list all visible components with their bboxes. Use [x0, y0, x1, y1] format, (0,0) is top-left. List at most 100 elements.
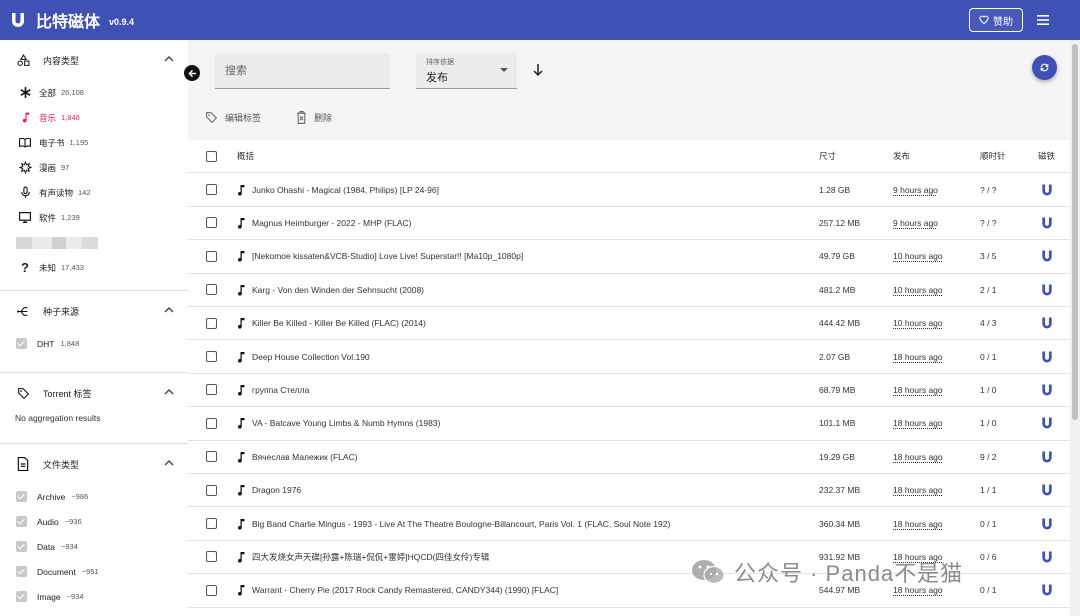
column-size[interactable]: 尺寸 — [819, 140, 836, 172]
sort-select[interactable]: 排序依据 发布 — [416, 53, 517, 89]
edit-tags-button[interactable]: 编辑标签 — [205, 111, 261, 124]
category-audiobook[interactable]: 有声读物 142 — [0, 180, 188, 205]
torrent-size: 232.37 MB — [819, 485, 861, 496]
checkbox[interactable] — [16, 591, 27, 602]
magnet-icon[interactable] — [1040, 173, 1054, 205]
column-seeders-leechers[interactable]: 顺时针 — [980, 140, 1006, 172]
filetype-data-checkbox[interactable]: Data ~934 — [0, 534, 188, 559]
chevron-up-icon[interactable] — [164, 54, 174, 64]
table-row[interactable]: группа Стелла 68.79 MB 18 hours ago 1 / 0 — [188, 374, 1070, 408]
magnet-icon[interactable] — [1040, 240, 1054, 272]
row-checkbox[interactable] — [206, 407, 217, 439]
magnet-icon[interactable] — [1040, 474, 1054, 506]
checkbox[interactable] — [16, 541, 27, 552]
torrent-name[interactable]: Junko Ohashi - Magical (1984, Philips) [… — [252, 173, 812, 205]
row-checkbox[interactable] — [206, 307, 217, 339]
table-row[interactable]: Вячеслав Малежик (FLAC) 19.29 GB 18 hours … — [188, 441, 1070, 474]
table-row[interactable]: Magnus Heimburger - 2022 - MHP (FLAC) 257… — [188, 207, 1070, 241]
checkbox[interactable] — [16, 516, 27, 527]
torrent-name[interactable]: VA - Batcave Young Limbs & Numb Hymns (1… — [252, 407, 812, 439]
row-checkbox[interactable] — [206, 374, 217, 406]
table-row[interactable]: Karg - Von den Winden der Sehnsucht (200… — [188, 274, 1070, 307]
row-checkbox[interactable] — [206, 340, 217, 372]
magnet-icon[interactable] — [1040, 441, 1054, 473]
table-row[interactable]: [Nekomoe kissaten&VCB-Studio] Love Live!… — [188, 240, 1070, 274]
row-checkbox[interactable] — [206, 274, 217, 306]
section-content-type-header[interactable]: 内容类型 — [0, 40, 188, 80]
magnet-icon[interactable] — [1040, 340, 1054, 372]
torrent-name[interactable]: Deep House Collection Vol.190 — [252, 340, 812, 372]
category-music[interactable]: 音乐 1,848 — [0, 105, 188, 130]
chevron-up-icon[interactable] — [164, 305, 174, 315]
category-comic[interactable]: 漫画 97 — [0, 155, 188, 180]
magnet-icon[interactable] — [1040, 541, 1054, 573]
scrollbar-thumb[interactable] — [1072, 44, 1078, 420]
category-label: 软件 — [39, 212, 57, 223]
section-file-type-header[interactable]: 文件类型 — [0, 444, 188, 484]
row-checkbox[interactable] — [206, 474, 217, 506]
torrent-name[interactable]: Big Band Charlie Mingus - 1993 - Live At… — [252, 507, 812, 539]
scrollbar[interactable] — [1070, 40, 1080, 616]
row-checkbox[interactable] — [206, 541, 217, 573]
torrent-name[interactable]: Killer Be Killed - Killer Be Killed (FLA… — [252, 307, 812, 339]
torrent-name[interactable]: группа Стелла — [252, 374, 812, 406]
row-checkbox[interactable] — [206, 173, 217, 205]
sponsor-button[interactable]: 赞助 — [969, 8, 1023, 32]
checkbox[interactable] — [16, 566, 27, 577]
table-row[interactable]: Junko Ohashi - Magical (1984, Philips) [… — [188, 173, 1070, 207]
checkbox[interactable] — [16, 338, 27, 349]
filetype-image-checkbox[interactable]: Image ~934 — [0, 584, 188, 609]
table-row[interactable]: Dragon 1976 232.37 MB 18 hours ago 1 / 1 — [188, 474, 1070, 508]
filetype-audio-checkbox[interactable]: Audio ~936 — [0, 509, 188, 534]
torrent-name[interactable]: Вячеслав Малежик (FLAC) — [252, 441, 812, 473]
section-torrent-source-header[interactable]: 种子来源 — [0, 291, 188, 331]
column-published[interactable]: 发布 — [893, 140, 910, 172]
row-checkbox[interactable] — [206, 507, 217, 539]
collapse-sidebar-button[interactable] — [184, 65, 200, 81]
select-all-checkbox[interactable] — [206, 140, 217, 172]
search-input[interactable] — [215, 53, 390, 88]
checkbox[interactable] — [16, 491, 27, 502]
magnet-icon[interactable] — [1040, 207, 1054, 239]
wechat-logo-icon — [692, 560, 725, 585]
row-checkbox[interactable] — [206, 441, 217, 473]
torrent-name[interactable]: [Nekomoe kissaten&VCB-Studio] Love Live!… — [252, 240, 812, 272]
source-dht-checkbox[interactable]: DHT 1,848 — [0, 331, 188, 356]
delete-button[interactable]: 删除 — [296, 111, 332, 124]
chevron-up-icon[interactable] — [164, 458, 174, 468]
filetype-document-checkbox[interactable]: Document ~951 — [0, 559, 188, 584]
column-summary[interactable]: 概括 — [237, 140, 254, 172]
column-magnet[interactable]: 磁铁 — [1038, 140, 1055, 172]
section-torrent-tags-header[interactable]: Torrent 标签 — [0, 373, 188, 413]
category-unknown[interactable]: ? 未知 17,433 — [0, 255, 188, 280]
table-header-row: 概括 尺寸 发布 顺时针 磁铁 — [188, 140, 1070, 174]
torrent-name[interactable]: Magnus Heimburger - 2022 - MHP (FLAC) — [252, 207, 812, 239]
hamburger-menu-icon[interactable] — [1036, 13, 1050, 27]
category-software[interactable]: 软件 1,239 — [0, 205, 188, 230]
row-checkbox[interactable] — [206, 574, 217, 606]
table-row[interactable]: Killer Be Killed - Killer Be Killed (FLA… — [188, 307, 1070, 341]
refresh-button[interactable] — [1032, 55, 1057, 80]
torrent-published: 18 hours ago — [893, 384, 943, 395]
table-row[interactable]: Big Band Charlie Mingus - 1993 - Live At… — [188, 507, 1070, 541]
row-checkbox[interactable] — [206, 240, 217, 272]
magnet-icon[interactable] — [1040, 407, 1054, 439]
magnet-icon[interactable] — [1040, 507, 1054, 539]
chevron-up-icon[interactable] — [164, 387, 174, 397]
magnet-icon[interactable] — [1040, 574, 1054, 606]
table-row[interactable]: Deep House Collection Vol.190 2.07 GB 18 h… — [188, 340, 1070, 374]
magnet-icon[interactable] — [1040, 274, 1054, 306]
filetype-archive-checkbox[interactable]: Archive ~986 — [0, 484, 188, 509]
sort-label: 排序依据 — [426, 59, 454, 66]
category-all[interactable]: 全部 26,108 — [0, 80, 188, 105]
torrent-name[interactable]: Karg - Von den Winden der Sehnsucht (200… — [252, 274, 812, 306]
magnet-icon[interactable] — [1040, 374, 1054, 406]
torrent-name[interactable]: Dragon 1976 — [252, 474, 812, 506]
torrent-published: 10 hours ago — [893, 284, 943, 295]
category-ebook[interactable]: 电子书 1,195 — [0, 130, 188, 155]
search-field[interactable] — [215, 53, 390, 89]
table-row[interactable]: VA - Batcave Young Limbs & Numb Hymns (1… — [188, 407, 1070, 441]
row-checkbox[interactable] — [206, 207, 217, 239]
magnet-icon[interactable] — [1040, 307, 1054, 339]
sort-descending-arrow-icon[interactable] — [531, 63, 545, 77]
